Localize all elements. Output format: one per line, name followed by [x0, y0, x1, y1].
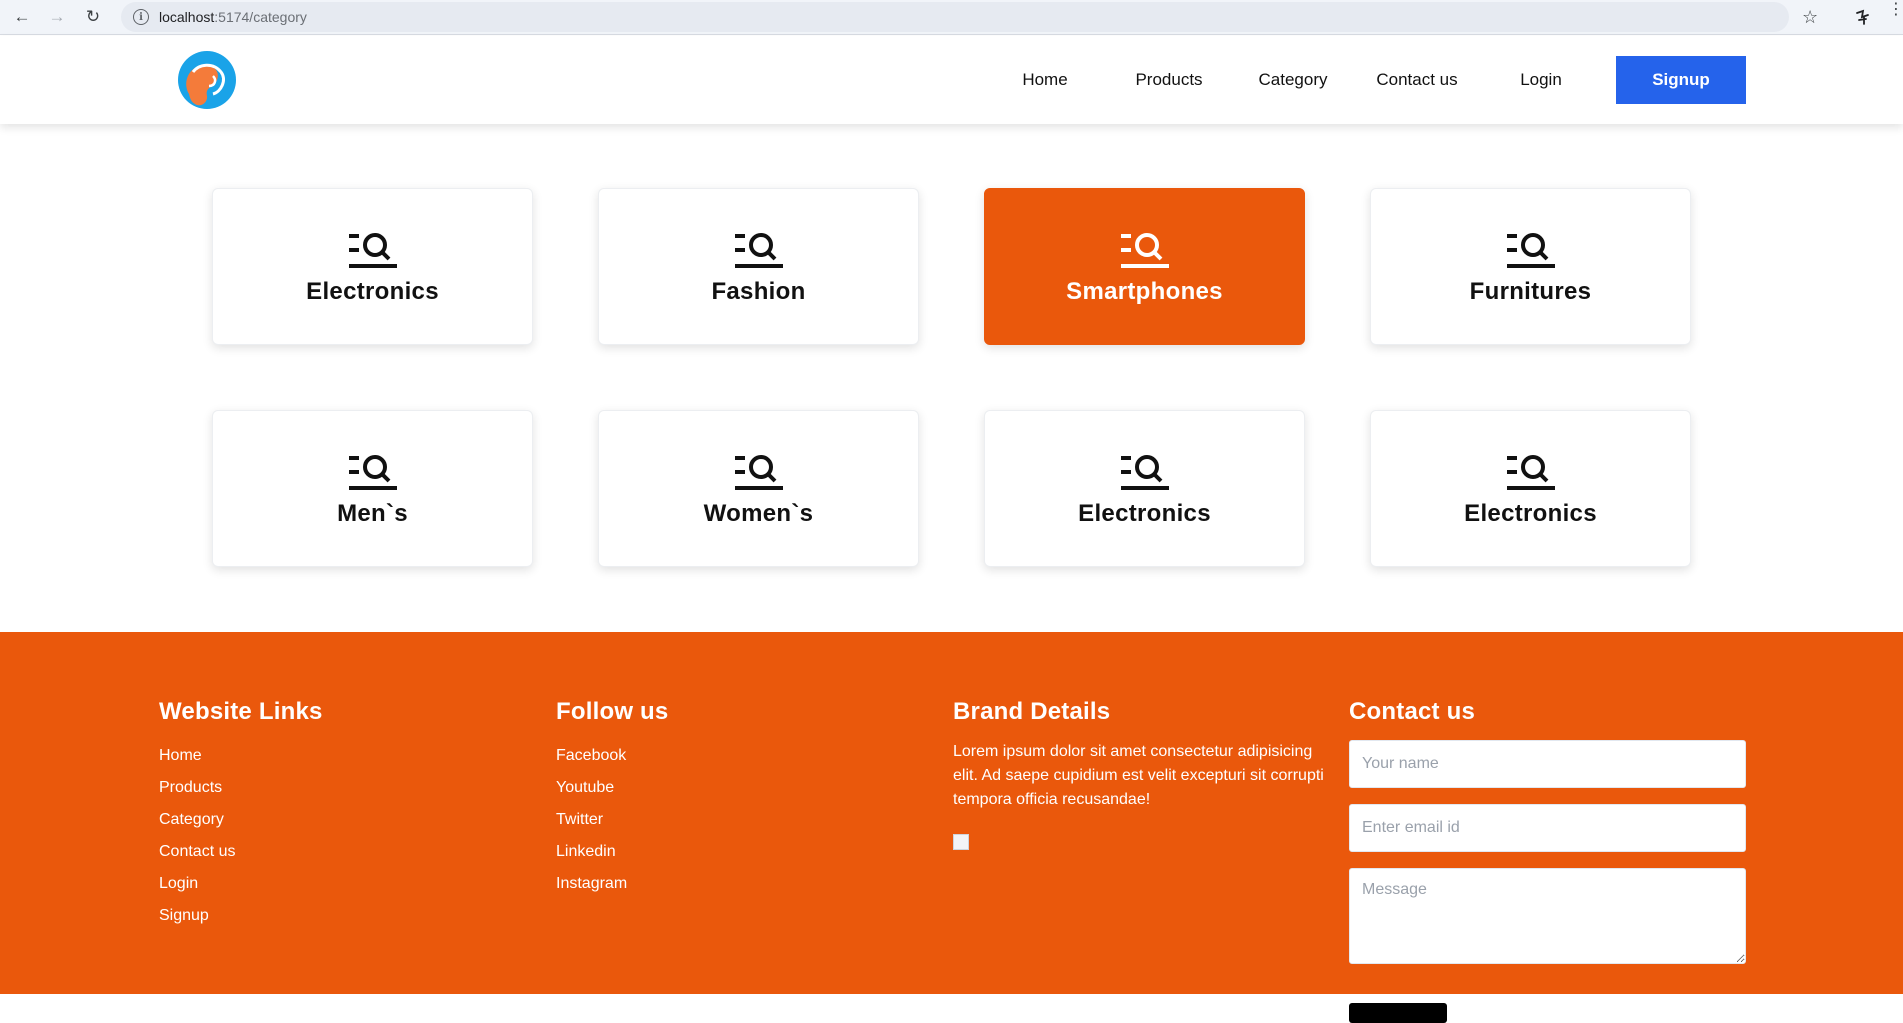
nav-login[interactable]: Login — [1520, 70, 1562, 90]
category-search-icon — [346, 454, 399, 490]
nav-home[interactable]: Home — [1022, 70, 1067, 90]
footer-link-facebook[interactable]: Facebook — [556, 740, 668, 772]
footer-heading: Website Links — [159, 698, 323, 725]
category-card[interactable]: Men`s — [212, 410, 533, 567]
email-input[interactable] — [1349, 804, 1746, 852]
footer-website-links: Website Links Home Products Category Con… — [159, 698, 323, 932]
category-label: Electronics — [1078, 499, 1211, 527]
footer-link-twitter[interactable]: Twitter — [556, 804, 668, 836]
forward-arrow-icon[interactable]: → — [44, 4, 70, 30]
brand-logo-icon[interactable] — [177, 50, 237, 110]
footer-link-home[interactable]: Home — [159, 740, 323, 772]
browser-menu-icon[interactable]: ⋮ — [1888, 2, 1903, 18]
name-input[interactable] — [1349, 740, 1746, 788]
category-card[interactable]: Fashion — [598, 188, 919, 345]
category-label: Electronics — [1464, 499, 1597, 527]
footer-link-login[interactable]: Login — [159, 868, 323, 900]
category-label: Smartphones — [1066, 277, 1223, 305]
footer-link-category[interactable]: Category — [159, 804, 323, 836]
footer-link-signup[interactable]: Signup — [159, 900, 323, 932]
category-card[interactable]: Electronics — [984, 410, 1305, 567]
category-search-icon — [732, 454, 785, 490]
category-search-icon — [1504, 232, 1557, 268]
url-path: :5174/category — [214, 9, 307, 25]
category-search-icon — [1118, 454, 1171, 490]
footer-link-linkedin[interactable]: Linkedin — [556, 836, 668, 868]
extension-icon[interactable] — [1852, 6, 1874, 28]
footer-heading: Brand Details — [953, 698, 1111, 725]
back-arrow-icon[interactable]: ← — [9, 4, 35, 30]
footer-follow-us: Follow us Facebook Youtube Twitter Linke… — [556, 698, 668, 900]
category-label: Men`s — [337, 499, 408, 527]
address-bar[interactable]: i localhost:5174/category — [121, 2, 1789, 32]
send-button[interactable] — [1349, 1003, 1447, 1023]
message-textarea[interactable] — [1349, 868, 1746, 964]
footer-brand-details: Brand Details Lorem ipsum dolor sit amet… — [953, 698, 1325, 850]
category-search-icon — [1504, 454, 1557, 490]
category-search-icon — [346, 232, 399, 268]
nav-category[interactable]: Category — [1259, 70, 1328, 90]
category-card[interactable]: Electronics — [212, 188, 533, 345]
browser-toolbar: ← → ↻ i localhost:5174/category ☆ ⋮ — [0, 0, 1903, 35]
category-search-icon — [1118, 232, 1171, 268]
site-header: Home Products Category Contact us Login … — [0, 36, 1903, 124]
site-info-icon[interactable]: i — [133, 9, 149, 25]
category-label: Furnitures — [1469, 277, 1592, 305]
footer-heading: Follow us — [556, 698, 669, 725]
category-label: Electronics — [306, 277, 439, 305]
category-search-icon — [732, 232, 785, 268]
signup-button[interactable]: Signup — [1616, 56, 1746, 104]
nav-contact-us[interactable]: Contact us — [1376, 70, 1457, 90]
category-card[interactable]: Women`s — [598, 410, 919, 567]
category-card-active[interactable]: Smartphones — [984, 188, 1305, 345]
reload-icon[interactable]: ↻ — [80, 4, 106, 30]
footer-link-instagram[interactable]: Instagram — [556, 868, 668, 900]
category-label: Women`s — [703, 499, 814, 527]
bookmark-star-icon[interactable]: ☆ — [1802, 7, 1818, 28]
category-label: Fashion — [711, 277, 806, 305]
brand-image-placeholder — [953, 834, 969, 850]
footer-contact-form: Contact us — [1349, 698, 1746, 1023]
site-footer: Website Links Home Products Category Con… — [0, 632, 1903, 1023]
category-card[interactable]: Electronics — [1370, 410, 1691, 567]
url-host: localhost — [159, 9, 215, 25]
footer-link-products[interactable]: Products — [159, 772, 323, 804]
category-card[interactable]: Furnitures — [1370, 188, 1691, 345]
footer-link-contact-us[interactable]: Contact us — [159, 836, 323, 868]
brand-description: Lorem ipsum dolor sit amet consectetur a… — [953, 743, 1324, 808]
nav-products[interactable]: Products — [1135, 70, 1202, 90]
footer-link-youtube[interactable]: Youtube — [556, 772, 668, 804]
footer-heading: Contact us — [1349, 698, 1476, 725]
